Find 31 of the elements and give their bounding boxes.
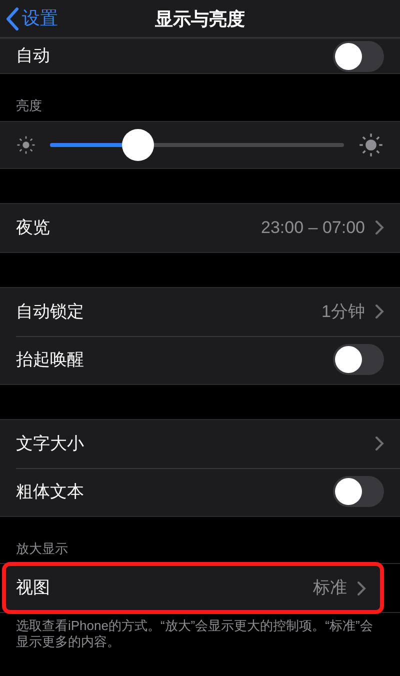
- toggle-switch[interactable]: [333, 476, 384, 507]
- row-label: 文字大小: [16, 432, 84, 455]
- chevron-icon: [375, 220, 384, 235]
- settings-row[interactable]: 文字大小: [0, 420, 400, 468]
- settings-row[interactable]: 视图 标准: [4, 564, 382, 612]
- sun-large-icon: [358, 132, 384, 158]
- row-label: 视图: [16, 577, 50, 600]
- screen-title: 显示与亮度: [155, 9, 245, 29]
- row-label: 夜览: [16, 216, 50, 239]
- row-value: 1分钟: [322, 300, 365, 323]
- section-header: 放大显示: [15, 540, 69, 558]
- settings-row[interactable]: 自动锁定 1分钟: [0, 288, 400, 336]
- section-header: 亮度: [15, 97, 43, 115]
- back-button[interactable]: 设置: [0, 5, 58, 32]
- row-label: 粗体文本: [16, 480, 84, 503]
- row-label: 自动锁定: [16, 300, 84, 323]
- chevron-icon: [375, 304, 384, 319]
- row-value: 标准: [313, 577, 347, 600]
- slider-thumb[interactable]: [122, 128, 154, 160]
- section-footer: 选取查看iPhone的方式。“放大”会显示更大的控制项。“标准”会显示更多的内容。: [0, 613, 400, 650]
- settings-row[interactable]: 夜览 23:00 – 07:00: [0, 204, 400, 252]
- toggle-switch[interactable]: [333, 40, 384, 72]
- chevron-icon: [357, 580, 366, 596]
- row-label: 自动: [16, 45, 50, 68]
- chevron-icon: [375, 436, 384, 451]
- brightness-slider[interactable]: [50, 128, 344, 160]
- row-label: 抬起唤醒: [16, 348, 84, 371]
- toggle-switch[interactable]: [333, 344, 384, 375]
- row-value: 23:00 – 07:00: [261, 216, 365, 239]
- sun-small-icon: [16, 134, 36, 154]
- back-chevron-icon[interactable]: [6, 6, 20, 30]
